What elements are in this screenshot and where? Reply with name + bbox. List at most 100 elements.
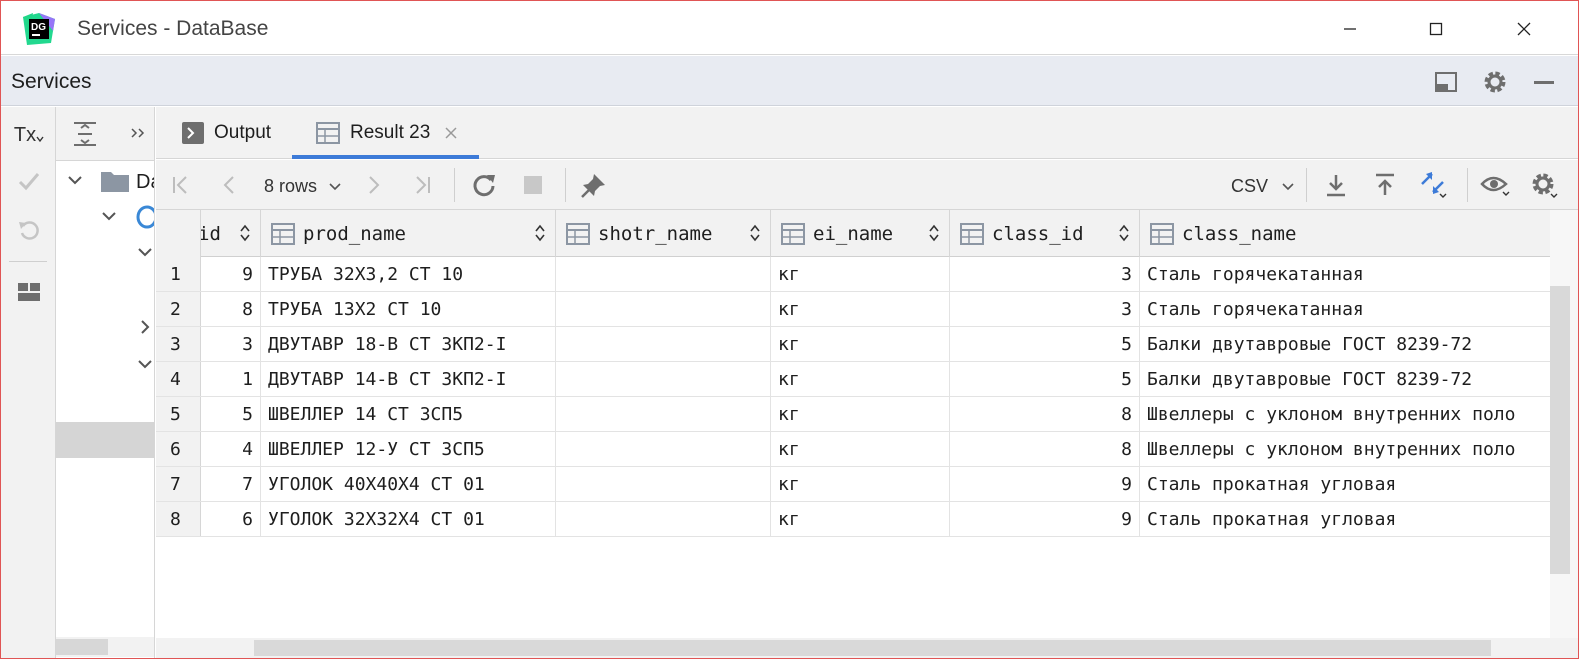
cell-prod-name[interactable]: ДВУТАВР 14-В СТ 3КП2-I [261, 362, 556, 396]
cell-shotr-name[interactable] [556, 432, 771, 466]
column-header-class-id[interactable]: class_id [950, 210, 1140, 257]
minimize-button[interactable] [1327, 13, 1373, 45]
rows-count-dropdown[interactable]: 8 rows [264, 176, 342, 197]
transaction-mode-button[interactable]: Tx [12, 118, 46, 152]
cell-class-name[interactable]: Балки двутавровые ГОСТ 8239-72 [1140, 327, 1550, 361]
cell-shotr-name[interactable] [556, 292, 771, 326]
cell-shotr-name[interactable] [556, 257, 771, 291]
cell-shotr-name[interactable] [556, 327, 771, 361]
column-header-class-name[interactable]: class_name [1140, 210, 1550, 257]
cell-prod-name[interactable]: УГОЛОК 40Х40Х4 СТ 01 [261, 467, 556, 501]
column-header-prod-name[interactable]: prod_name [261, 210, 556, 257]
table-row[interactable]: 7 7 УГОЛОК 40Х40Х4 СТ 01 кг 9 Сталь прок… [156, 467, 1550, 502]
cell-id[interactable]: 8 [201, 292, 261, 326]
view-options-button[interactable] [1478, 168, 1512, 202]
row-number[interactable]: 3 [156, 327, 201, 361]
cell-class-id[interactable]: 5 [950, 362, 1140, 396]
cell-prod-name[interactable]: ШВЕЛЛЕР 12-У СТ 3СП5 [261, 432, 556, 466]
cell-shotr-name[interactable] [556, 502, 771, 536]
table-row[interactable]: 5 5 ШВЕЛЛЕР 14 СТ 3СП5 кг 8 Швеллеры с у… [156, 397, 1550, 432]
cell-class-name[interactable]: Швеллеры с уклоном внутренних поло [1140, 397, 1550, 431]
sort-icon[interactable] [750, 224, 760, 242]
cell-class-id[interactable]: 3 [950, 257, 1140, 291]
cell-class-id[interactable]: 5 [950, 327, 1140, 361]
expand-all-button[interactable] [70, 119, 100, 149]
cell-shotr-name[interactable] [556, 362, 771, 396]
sort-icon[interactable] [535, 224, 545, 242]
cell-ei-name[interactable]: кг [771, 327, 950, 361]
close-window-button[interactable] [1501, 13, 1547, 45]
cell-prod-name[interactable]: ДВУТАВР 18-В СТ 3КП2-I [261, 327, 556, 361]
stop-button[interactable] [516, 168, 550, 202]
cell-ei-name[interactable]: кг [771, 292, 950, 326]
row-number[interactable]: 1 [156, 257, 201, 291]
tree-scroll-thumb[interactable] [56, 639, 108, 655]
cell-prod-name[interactable]: ТРУБА 13Х2 СТ 10 [261, 292, 556, 326]
services-settings-button[interactable] [1479, 66, 1511, 98]
maximize-button[interactable] [1413, 13, 1459, 45]
tree-collapse-toggle[interactable] [136, 318, 154, 341]
table-row[interactable]: 3 3 ДВУТАВР 18-В СТ 3КП2-I кг 5 Балки дв… [156, 327, 1550, 362]
cell-ei-name[interactable]: кг [771, 467, 950, 501]
tab-result[interactable]: Result 23 [316, 107, 458, 159]
more-tools-button[interactable] [126, 121, 150, 145]
table-row[interactable]: 1 9 ТРУБА 32Х3,2 СТ 10 кг 3 Сталь горяче… [156, 257, 1550, 292]
sort-icon[interactable] [1119, 224, 1129, 242]
layout-button[interactable] [1430, 66, 1462, 98]
cell-shotr-name[interactable] [556, 397, 771, 431]
cell-id[interactable]: 7 [201, 467, 261, 501]
cell-prod-name[interactable]: ШВЕЛЛЕР 14 СТ 3СП5 [261, 397, 556, 431]
row-number[interactable]: 7 [156, 467, 201, 501]
next-page-button[interactable] [357, 168, 391, 202]
tree-expand-toggle-2[interactable] [100, 207, 118, 230]
tree-item-label[interactable]: Da [136, 171, 154, 194]
cell-ei-name[interactable]: кг [771, 397, 950, 431]
tree-expand-toggle-4[interactable] [136, 355, 154, 378]
table-row[interactable]: 8 6 УГОЛОК 32Х32Х4 СТ 01 кг 9 Сталь прок… [156, 502, 1550, 537]
cell-class-id[interactable]: 8 [950, 432, 1140, 466]
row-number[interactable]: 4 [156, 362, 201, 396]
cell-class-id[interactable]: 9 [950, 502, 1140, 536]
tab-output[interactable]: Output [182, 107, 271, 159]
cell-class-id[interactable]: 3 [950, 292, 1140, 326]
cell-ei-name[interactable]: кг [771, 432, 950, 466]
cell-prod-name[interactable]: УГОЛОК 32Х32Х4 СТ 01 [261, 502, 556, 536]
column-header-ei-name[interactable]: ei_name [771, 210, 950, 257]
cell-prod-name[interactable]: ТРУБА 32Х3,2 СТ 10 [261, 257, 556, 291]
row-number[interactable]: 8 [156, 502, 201, 536]
previous-page-button[interactable] [212, 168, 246, 202]
column-header-id[interactable]: id [201, 210, 261, 257]
table-row[interactable]: 4 1 ДВУТАВР 14-В СТ 3КП2-I кг 5 Балки дв… [156, 362, 1550, 397]
cell-class-name[interactable]: Швеллеры с уклоном внутренних поло [1140, 432, 1550, 466]
cell-class-name[interactable]: Сталь горячекатанная [1140, 292, 1550, 326]
grid-settings-button[interactable] [1527, 168, 1561, 202]
table-row[interactable]: 6 4 ШВЕЛЛЕР 12-У СТ 3СП5 кг 8 Швеллеры с… [156, 432, 1550, 467]
cell-class-name[interactable]: Сталь прокатная угловая [1140, 502, 1550, 536]
refresh-button[interactable] [467, 168, 501, 202]
first-page-button[interactable] [164, 168, 198, 202]
cell-class-name[interactable]: Балки двутавровые ГОСТ 8239-72 [1140, 362, 1550, 396]
cell-id[interactable]: 9 [201, 257, 261, 291]
cell-id[interactable]: 3 [201, 327, 261, 361]
tree-horizontal-scrollbar[interactable] [56, 637, 154, 657]
cell-class-id[interactable]: 9 [950, 467, 1140, 501]
cell-ei-name[interactable]: кг [771, 257, 950, 291]
compare-button[interactable] [1417, 168, 1451, 202]
export-data-button[interactable] [1319, 168, 1353, 202]
cell-class-id[interactable]: 8 [950, 397, 1140, 431]
pin-tab-button[interactable] [577, 168, 611, 202]
grid-vertical-scroll-thumb[interactable] [1550, 286, 1570, 574]
import-data-button[interactable] [1368, 168, 1402, 202]
column-header-shotr-name[interactable]: shotr_name [556, 210, 771, 257]
commit-button[interactable] [12, 164, 46, 198]
tree-expand-toggle-3[interactable] [136, 243, 154, 266]
sort-icon[interactable] [240, 224, 250, 242]
cell-ei-name[interactable]: кг [771, 362, 950, 396]
cell-class-name[interactable]: Сталь горячекатанная [1140, 257, 1550, 291]
cell-shotr-name[interactable] [556, 467, 771, 501]
cell-id[interactable]: 5 [201, 397, 261, 431]
hide-panel-button[interactable] [1528, 66, 1560, 98]
cell-ei-name[interactable]: кг [771, 502, 950, 536]
cell-class-name[interactable]: Сталь прокатная угловая [1140, 467, 1550, 501]
table-row[interactable]: 2 8 ТРУБА 13Х2 СТ 10 кг 3 Сталь горячека… [156, 292, 1550, 327]
